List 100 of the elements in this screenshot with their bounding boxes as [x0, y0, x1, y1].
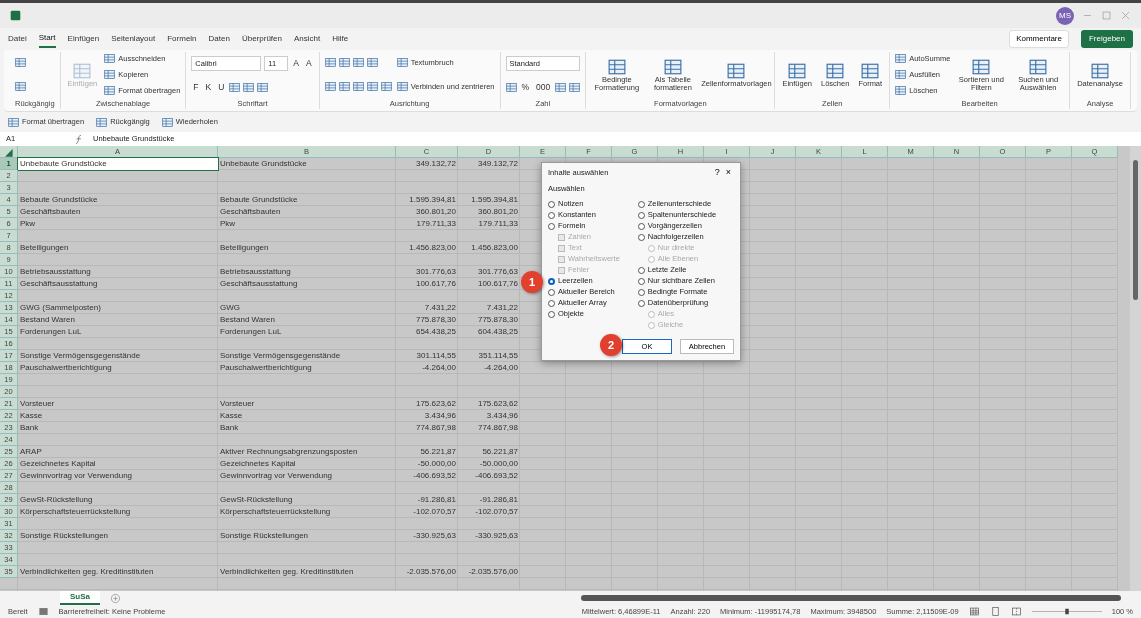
- table-cell[interactable]: -50.000,00: [458, 458, 520, 470]
- table-cell[interactable]: 360.801,20: [396, 206, 458, 218]
- ribbon-tab[interactable]: Einfügen: [67, 31, 100, 47]
- table-cell[interactable]: Forderungen LuL: [218, 326, 396, 338]
- style-button[interactable]: 000: [534, 81, 553, 94]
- table-cell[interactable]: 56.221,87: [396, 446, 458, 458]
- table-cell[interactable]: Aktiver Rechnungsabgrenzungsposten: [218, 446, 396, 458]
- scrollbar[interactable]: [1130, 146, 1141, 591]
- table-cell[interactable]: -406.693,52: [396, 470, 458, 482]
- table-cell[interactable]: Forderungen LuL: [18, 326, 218, 338]
- table-cell[interactable]: Verbindlichkeiten geg. Kreditinstituten: [18, 566, 218, 578]
- table-cell[interactable]: Bebaute Grundstücke: [218, 194, 396, 206]
- sheet-tab[interactable]: SuSa: [60, 591, 100, 605]
- table-cell[interactable]: 56.221,87: [458, 446, 520, 458]
- table-cell[interactable]: 100.617,76: [396, 278, 458, 290]
- close-button[interactable]: ×: [722, 168, 734, 177]
- table-cell[interactable]: -102.070,57: [458, 506, 520, 518]
- table-cell[interactable]: Geschäftsausstattung: [218, 278, 396, 290]
- grid-icon[interactable]: [229, 81, 241, 93]
- table-cell[interactable]: 301.776,63: [458, 266, 520, 278]
- ribbon-tab[interactable]: Daten: [208, 31, 230, 47]
- style-button[interactable]: U: [216, 81, 227, 94]
- table-cell[interactable]: Körperschaftsteuerrückstellung: [218, 506, 396, 518]
- table-cell[interactable]: Gewinnvortrag vor Verwendung: [218, 470, 396, 482]
- scrollbar-thumb[interactable]: [581, 595, 1121, 601]
- table-cell[interactable]: Geschäftsbauten: [18, 206, 218, 218]
- share-button[interactable]: Freigeben: [1080, 30, 1133, 48]
- table-cell[interactable]: 175.623,62: [396, 398, 458, 410]
- table-cell[interactable]: Geschäftsbauten: [218, 206, 396, 218]
- comments-button[interactable]: Kommentare: [1009, 30, 1069, 48]
- table-cell[interactable]: Kasse: [218, 410, 396, 422]
- table-cell[interactable]: -2.035.576,00: [396, 566, 458, 578]
- table-cell[interactable]: ARAP: [18, 446, 218, 458]
- table-cell[interactable]: 351.114,55: [458, 350, 520, 362]
- table-cell[interactable]: 1.456.823,00: [396, 242, 458, 254]
- grid-icon[interactable]: [968, 606, 980, 617]
- table-cell[interactable]: Betriebsausstattung: [18, 266, 218, 278]
- table-cell[interactable]: Vorsteuer: [218, 398, 396, 410]
- table-cell[interactable]: Pauschalwertberichtigung: [218, 362, 396, 374]
- table-cell[interactable]: Sonstige Vermögensgegenstände: [18, 350, 218, 362]
- grid-icon[interactable]: [352, 81, 364, 93]
- table-cell[interactable]: Unbebaute Grundstücke: [218, 158, 396, 170]
- table-cell[interactable]: 7.431,22: [396, 302, 458, 314]
- grid-icon[interactable]: [366, 81, 378, 93]
- ribbon-tab[interactable]: Datei: [8, 31, 27, 47]
- table-cell[interactable]: 7.431,22: [458, 302, 520, 314]
- scrollbar-thumb[interactable]: [1133, 160, 1138, 300]
- maximize-icon[interactable]: [1101, 10, 1112, 21]
- ribbon-tab[interactable]: Hilfe: [332, 31, 349, 47]
- table-cell[interactable]: Sonstige Vermögensgegenstände: [218, 350, 396, 362]
- grid-icon[interactable]: [15, 57, 26, 69]
- ribbon-tab[interactable]: Start: [38, 30, 56, 48]
- grid-icon[interactable]: [324, 57, 336, 69]
- table-cell[interactable]: Verbindlichkeiten geg. Kreditinstituten: [218, 566, 396, 578]
- table-cell[interactable]: 775.878,30: [458, 314, 520, 326]
- slider-thumb[interactable]: [1064, 608, 1069, 615]
- table-cell[interactable]: 1.595.394,81: [396, 194, 458, 206]
- table-cell[interactable]: Unbebaute Grundstücke: [18, 158, 218, 170]
- table-cell[interactable]: Gezeichnetes Kapital: [18, 458, 218, 470]
- table-cell[interactable]: Bestand Waren: [218, 314, 396, 326]
- style-button[interactable]: A: [291, 57, 301, 70]
- table-cell[interactable]: -4.264,00: [458, 362, 520, 374]
- table-cell[interactable]: -330.925,63: [396, 530, 458, 542]
- table-cell[interactable]: GewSt-Rückstellung: [218, 494, 396, 506]
- table-cell[interactable]: 774.867,98: [396, 422, 458, 434]
- ribbon-tab[interactable]: Formeln: [167, 31, 197, 47]
- table-cell[interactable]: GWG (Sammelposten): [18, 302, 218, 314]
- table-cell[interactable]: Bank: [18, 422, 218, 434]
- table-cell[interactable]: -91.286,81: [396, 494, 458, 506]
- table-cell[interactable]: 175.623,62: [458, 398, 520, 410]
- table-cell[interactable]: 654.438,25: [396, 326, 458, 338]
- table-cell[interactable]: 360.801,20: [458, 206, 520, 218]
- grid-icon[interactable]: [352, 57, 364, 69]
- table-cell[interactable]: -91.286,81: [458, 494, 520, 506]
- grid-icon[interactable]: [338, 57, 350, 69]
- table-cell[interactable]: Beteiligungen: [18, 242, 218, 254]
- ribbon-tab[interactable]: Überprüfen: [241, 31, 282, 47]
- avatar[interactable]: MS: [1056, 6, 1074, 25]
- table-cell[interactable]: Geschäftsausstattung: [18, 278, 218, 290]
- table-cell[interactable]: Gewinnvortrag vor Verwendung: [18, 470, 218, 482]
- table-cell[interactable]: GWG: [218, 302, 396, 314]
- style-button[interactable]: F: [191, 81, 201, 94]
- table-cell[interactable]: 349.132,72: [396, 158, 458, 170]
- table-cell[interactable]: Vorsteuer: [18, 398, 218, 410]
- table-cell[interactable]: Beteiligungen: [218, 242, 396, 254]
- table-cell[interactable]: Bank: [218, 422, 396, 434]
- table-cell[interactable]: 3.434,96: [458, 410, 520, 422]
- table-cell[interactable]: Sonstige Rückstellungen: [18, 530, 218, 542]
- style-button[interactable]: %: [519, 81, 532, 94]
- table-cell[interactable]: Betriebsausstattung: [218, 266, 396, 278]
- style-button[interactable]: K: [203, 81, 214, 94]
- table-cell[interactable]: -330.925,63: [458, 530, 520, 542]
- grid-icon[interactable]: [366, 57, 378, 69]
- table-cell[interactable]: 775.878,30: [396, 314, 458, 326]
- table-cell[interactable]: -406.693,52: [458, 470, 520, 482]
- table-cell[interactable]: Bestand Waren: [18, 314, 218, 326]
- table-cell[interactable]: Kasse: [18, 410, 218, 422]
- ribbon-tab[interactable]: Ansicht: [293, 31, 321, 47]
- grid-icon[interactable]: [569, 81, 581, 93]
- ribbon-tab[interactable]: Seitenlayout: [111, 31, 156, 47]
